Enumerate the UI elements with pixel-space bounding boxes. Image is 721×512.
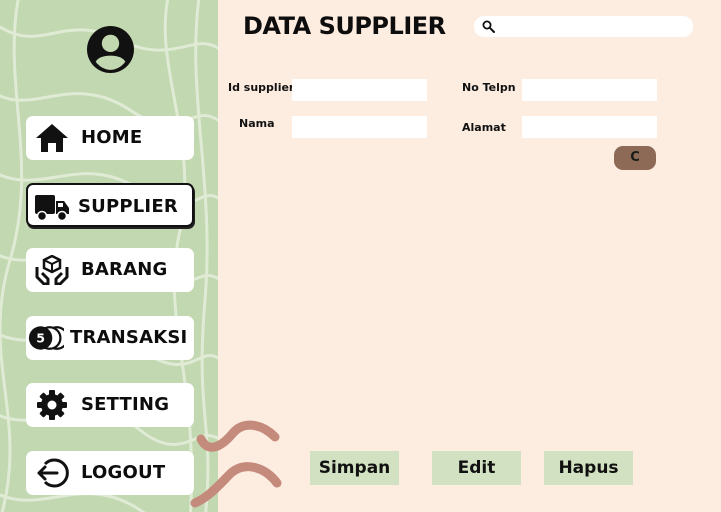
sidebar-item-label: BARANG <box>81 259 168 280</box>
coins-icon: 5 <box>28 322 64 354</box>
page-title: DATA SUPPLIER <box>243 12 446 40</box>
search-bar[interactable] <box>474 16 693 37</box>
save-button[interactable]: Simpan <box>310 451 399 485</box>
nama-label: Nama <box>239 117 275 130</box>
sidebar-item-logout[interactable]: LOGOUT <box>26 451 194 495</box>
svg-text:5: 5 <box>36 331 45 346</box>
id-supplier-label: Id supplier <box>228 81 295 94</box>
sidebar-item-setting[interactable]: SETTING <box>26 383 194 427</box>
sidebar-item-home[interactable]: HOME <box>26 116 194 160</box>
no-telpn-label: No Telpn <box>462 81 516 94</box>
id-supplier-field[interactable] <box>292 79 427 101</box>
sidebar: HOME SUPPLIER BARANG 5 TRANSAKSI SETTING… <box>0 0 218 512</box>
clear-button[interactable]: C <box>614 146 656 170</box>
sidebar-item-supplier[interactable]: SUPPLIER <box>26 183 194 227</box>
sidebar-item-label: SETTING <box>81 394 170 415</box>
delete-button[interactable]: Hapus <box>544 451 633 485</box>
sidebar-item-barang[interactable]: BARANG <box>26 248 194 292</box>
logout-icon <box>34 457 70 489</box>
alamat-field[interactable] <box>522 116 657 138</box>
edit-button[interactable]: Edit <box>432 451 521 485</box>
sidebar-item-label: LOGOUT <box>81 462 166 483</box>
sidebar-item-transaksi[interactable]: 5 TRANSAKSI <box>26 316 194 360</box>
no-telpn-field[interactable] <box>522 79 657 101</box>
sidebar-item-label: SUPPLIER <box>78 196 178 217</box>
search-input[interactable] <box>500 16 688 37</box>
gear-icon <box>34 389 70 421</box>
truck-icon <box>34 191 70 223</box>
sidebar-item-label: TRANSAKSI <box>70 327 188 348</box>
alamat-label: Alamat <box>462 121 506 134</box>
box-in-hands-icon <box>34 254 70 286</box>
home-icon <box>34 122 70 154</box>
nama-field[interactable] <box>292 116 427 138</box>
account-circle-icon[interactable] <box>86 25 135 74</box>
search-icon <box>482 20 495 33</box>
sidebar-item-label: HOME <box>81 127 143 148</box>
